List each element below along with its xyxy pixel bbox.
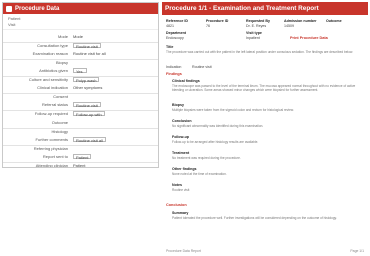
visit-label: Visit <box>8 22 16 27</box>
subsection-title: Treatment <box>172 151 190 155</box>
form-row-label: Referring physician <box>33 145 68 151</box>
meta-label-requested-by: Requested By <box>246 19 270 23</box>
meta-label-reference-id: Reference ID <box>166 19 188 23</box>
indication-value: Routine visit <box>192 65 212 69</box>
form-row-label: Consent <box>53 94 68 100</box>
meta-value-department: Endoscopy <box>166 36 184 40</box>
form-row-field[interactable]: Patient <box>73 163 85 167</box>
form-row: Outcome <box>3 119 158 125</box>
form-row-field[interactable]: Mode <box>73 34 83 39</box>
subsection-text: Multiple biopsies were taken from the si… <box>172 108 294 112</box>
subsection-title: Other findings <box>172 167 197 171</box>
form-row: Referral status Routine visit <box>3 102 158 108</box>
form-row: Culture and sensitivity Polyp wash <box>3 76 158 83</box>
meta-label-visit-type: Visit type <box>246 31 262 35</box>
print-procedure-link[interactable]: Print Procedure Data <box>290 36 328 40</box>
form-row: Attending clinician Patient <box>3 162 158 168</box>
form-header: Procedure Data <box>3 3 158 14</box>
form-row-label: Outcome <box>51 119 68 125</box>
form-row-label: Culture and sensitivity <box>28 77 68 82</box>
conclusion-label: Summary <box>172 211 189 215</box>
form-row-label: Consultation type <box>37 42 68 48</box>
form-row: Histology <box>3 127 158 134</box>
form-row: Referring physician <box>3 144 158 151</box>
form-row: Follow-up required Follow-up with <box>3 110 158 117</box>
screenshot-stage: Procedure Data Patient Visit Mode Mode Con… <box>0 0 370 256</box>
subsection-text: No significant abnormality was identifie… <box>172 124 264 128</box>
patient-label: Patient <box>8 16 21 21</box>
subsection-text: Routine visit <box>172 188 190 192</box>
meta-value-requested-by: Dr. E. Reyes <box>246 24 267 28</box>
conclusion-text: Patient tolerated the procedure well. Fu… <box>172 216 337 220</box>
report-footer: Procedure Data Report Page 1/1 <box>162 249 368 253</box>
report-body: Reference ID 4821 Procedure ID 76 Reques… <box>162 15 368 254</box>
report-title: Procedure 1/1 - Examination and Treatmen… <box>162 2 368 15</box>
form-row-field[interactable]: Patient <box>73 153 92 160</box>
meta-label-outcome: Outcome <box>326 19 342 23</box>
form-row-field[interactable]: Routine visit <box>73 42 101 49</box>
subsection-title: Clinical findings <box>172 79 200 83</box>
form-row: Consultation type Routine visit <box>3 41 158 49</box>
findings-heading: Findings <box>166 72 182 76</box>
form-row-label: Report sent to <box>42 153 68 159</box>
subsection-text: None noted at the time of examination. <box>172 172 227 176</box>
form-row: Further comments Routine visit all <box>3 136 158 143</box>
form-row: Report sent to Patient <box>3 153 158 160</box>
meta-value-procedure-id: 76 <box>206 24 210 28</box>
form-row-label: Further comments <box>35 136 68 142</box>
form-row: Biopsy <box>3 58 158 65</box>
form-row-field[interactable]: Other symptoms <box>73 85 102 90</box>
form-row-label: Attending clinician <box>35 163 68 168</box>
form-row-label: Examination reason <box>32 50 68 56</box>
form-row-label: Histology <box>51 128 68 134</box>
subsection-title: Notes <box>172 183 182 187</box>
form-row-label: Referral status <box>41 102 68 108</box>
form-row-field[interactable]: Routine visit <box>73 102 101 108</box>
form-row-label: Mode <box>57 33 68 39</box>
subsection-text: No treatment was required during the pro… <box>172 156 241 160</box>
subsection-title: Conclusion <box>172 119 192 123</box>
subsection-title: Follow-up <box>172 135 189 139</box>
meta-label-procedure-id: Procedure ID <box>206 19 229 23</box>
form-row: Antibiotics given Yes <box>3 67 158 74</box>
procedure-form-panel: Procedure Data Patient Visit Mode Mode Con… <box>2 2 159 168</box>
form-row-field[interactable]: Routine visit for all <box>73 51 106 56</box>
report-section-title: Title <box>166 45 174 49</box>
form-top-fields: Patient Visit <box>3 14 158 30</box>
form-row-label: Clinical indication <box>37 85 68 91</box>
conclusion-heading: Conclusion <box>166 203 187 207</box>
subsection-text: Follow-up to be arranged after histology… <box>172 140 259 144</box>
meta-value-reference-id: 4821 <box>166 24 174 28</box>
form-row-label: Biopsy <box>55 59 68 65</box>
form-row-label: Follow-up required <box>34 111 68 117</box>
form-row-field[interactable]: Polyp wash <box>73 77 100 83</box>
form-row-field[interactable]: Routine visit all <box>73 136 106 143</box>
meta-value-admission: 14509 <box>284 24 294 28</box>
indication-label: Indication <box>166 65 182 69</box>
report-intro: The procedure was carried out with the p… <box>166 50 354 54</box>
report-document: Procedure 1/1 - Examination and Treatmen… <box>162 2 368 254</box>
form-row-field[interactable]: Follow-up with <box>73 111 105 117</box>
meta-label-department: Department <box>166 31 186 35</box>
form-row: Consent <box>3 93 158 99</box>
form-row-label: Antibiotics given <box>39 67 68 73</box>
form-row: Mode Mode <box>3 33 158 39</box>
footer-left: Procedure Data Report <box>166 249 201 253</box>
app-icon <box>6 5 12 12</box>
form-row: Examination reason Routine visit for all <box>3 50 158 56</box>
form-title: Procedure Data <box>15 5 60 12</box>
subsection-text: The endoscope was passed to the level of… <box>172 84 356 92</box>
form-row: Clinical indication Other symptoms <box>3 85 158 91</box>
meta-label-admission: Admission number <box>284 19 317 23</box>
footer-page: Page 1/1 <box>350 249 364 253</box>
subsection-title: Biopsy <box>172 103 184 107</box>
meta-value-visit-type: Inpatient <box>246 36 260 40</box>
form-row-field[interactable]: Yes <box>73 67 87 74</box>
